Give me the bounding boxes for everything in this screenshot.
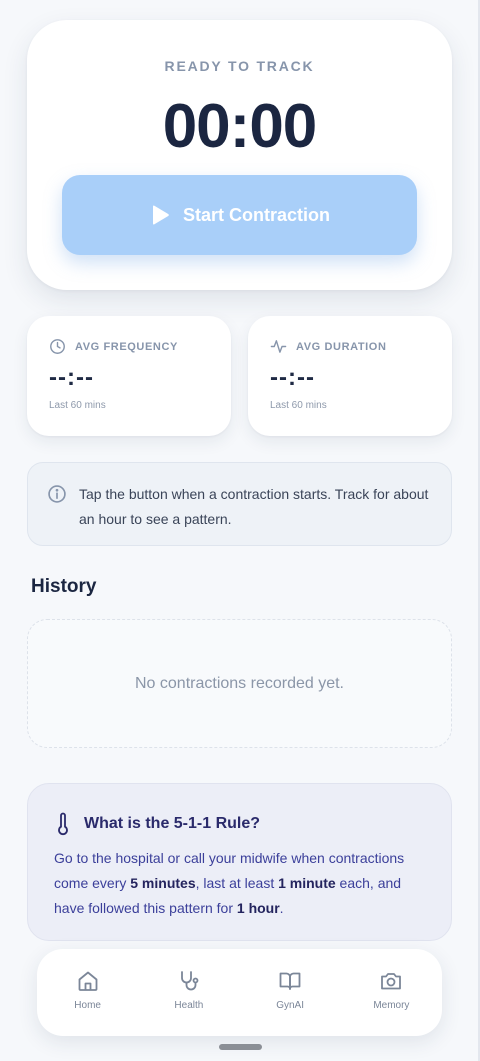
info-text: Tap the button when a contraction starts… bbox=[79, 486, 429, 527]
avg-duration-sub: Last 60 mins bbox=[270, 400, 327, 411]
thermometer-icon bbox=[58, 812, 68, 835]
nav-item-memory[interactable]: Memory bbox=[341, 949, 442, 1036]
nav-item-gynai[interactable]: GynAI bbox=[240, 949, 341, 1036]
nav-label-health: Health bbox=[174, 1000, 204, 1011]
bottom-nav: Home Health GynAI Memory bbox=[37, 949, 442, 1036]
history-empty-state: No contractions recorded yet. bbox=[27, 619, 452, 748]
rule-title: What is the 5-1-1 Rule? bbox=[84, 815, 261, 832]
avg-frequency-card: AVG FREQUENCY --:-- Last 60 mins bbox=[27, 316, 231, 436]
play-icon bbox=[149, 204, 171, 226]
nav-label-gynai: GynAI bbox=[276, 1000, 305, 1011]
rule-bold-1-minute: 1 minute bbox=[278, 875, 336, 891]
avg-duration-label: AVG DURATION bbox=[296, 340, 387, 353]
avg-frequency-sub: Last 60 mins bbox=[49, 400, 106, 411]
start-contraction-label: Start Contraction bbox=[182, 204, 330, 225]
home-indicator[interactable] bbox=[219, 1044, 262, 1050]
nav-label-home: Home bbox=[74, 1000, 101, 1011]
avg-duration-card: AVG DURATION --:-- Last 60 mins bbox=[248, 316, 452, 436]
history-title: History bbox=[31, 576, 97, 597]
rule-text: Go to the hospital or call your midwife … bbox=[54, 850, 405, 916]
home-icon bbox=[78, 971, 98, 991]
book-icon bbox=[279, 972, 301, 990]
clock-icon bbox=[50, 339, 65, 354]
activity-icon bbox=[270, 340, 287, 353]
timer-card: READY TO TRACK 00:00 Start Contraction bbox=[27, 20, 452, 290]
timer-display: 00:00 bbox=[162, 92, 318, 161]
timer-status: READY TO TRACK bbox=[164, 58, 315, 74]
camera-icon bbox=[381, 973, 402, 990]
avg-duration-value: --:-- bbox=[270, 364, 315, 391]
nav-label-memory: Memory bbox=[373, 1000, 410, 1011]
avg-frequency-value: --:-- bbox=[49, 364, 94, 391]
avg-frequency-label: AVG FREQUENCY bbox=[75, 340, 178, 353]
rule-bold-1-hour: 1 hour bbox=[236, 900, 280, 916]
start-contraction-button[interactable]: Start Contraction bbox=[62, 175, 417, 255]
nav-item-health[interactable]: Health bbox=[138, 949, 239, 1036]
rule-bold-5-minutes: 5 minutes bbox=[130, 875, 196, 891]
info-box: Tap the button when a contraction starts… bbox=[27, 462, 452, 546]
rule-info-box: What is the 5-1-1 Rule? Go to the hospit… bbox=[27, 783, 452, 941]
history-empty-text: No contractions recorded yet. bbox=[135, 674, 344, 692]
stethoscope-icon bbox=[180, 971, 199, 991]
info-icon bbox=[48, 485, 66, 503]
nav-item-home[interactable]: Home bbox=[37, 949, 138, 1036]
